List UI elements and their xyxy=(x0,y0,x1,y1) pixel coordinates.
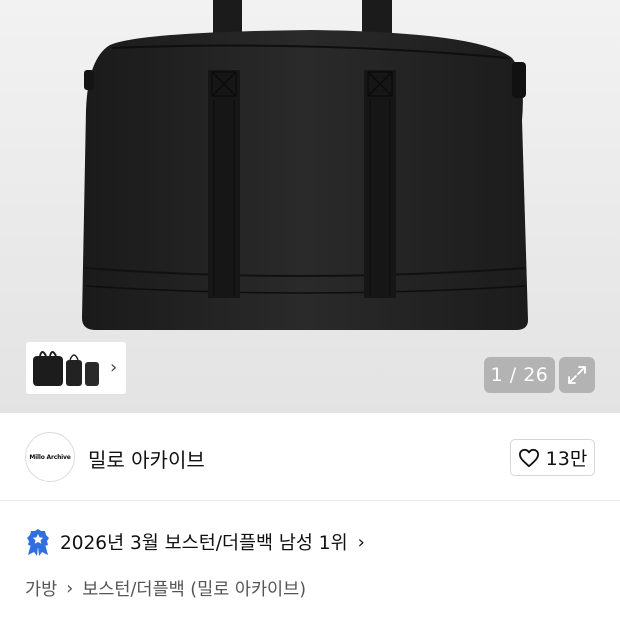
expand-button[interactable] xyxy=(559,357,595,393)
breadcrumb-item-bag[interactable]: 가방 xyxy=(25,576,57,601)
chevron-right-icon: › xyxy=(66,578,74,599)
brand-row: Millo Archive 밀로 아카이브 13만 xyxy=(0,413,620,501)
ranking-link[interactable]: 2026년 3월 보스턴/더플백 남성 1위 › xyxy=(26,527,365,557)
brand-logo[interactable]: Millo Archive xyxy=(25,432,75,482)
chevron-right-icon[interactable]: › xyxy=(110,359,117,377)
heart-outline-icon xyxy=(518,448,539,467)
expand-icon xyxy=(568,366,586,384)
chevron-right-icon: › xyxy=(357,531,365,553)
thumbnail-strip[interactable]: › xyxy=(26,342,126,394)
image-counter: 1 / 26 xyxy=(484,357,555,393)
brand-logo-text: Millo Archive xyxy=(29,453,71,461)
brand-name[interactable]: 밀로 아카이브 xyxy=(88,444,205,473)
product-image-gallery[interactable]: › 1 / 26 xyxy=(0,0,620,413)
star-medal-icon xyxy=(27,529,49,556)
like-count: 13만 xyxy=(545,448,588,470)
like-button[interactable]: 13만 xyxy=(510,439,595,476)
breadcrumb: 가방 › 보스턴/더플백 (밀로 아카이브) xyxy=(25,576,306,601)
ranking-text: 2026년 3월 보스턴/더플백 남성 1위 xyxy=(60,533,348,554)
thumbnail-image[interactable] xyxy=(30,346,102,390)
breadcrumb-item-boston-duffel[interactable]: 보스턴/더플백 (밀로 아카이브) xyxy=(82,576,306,601)
